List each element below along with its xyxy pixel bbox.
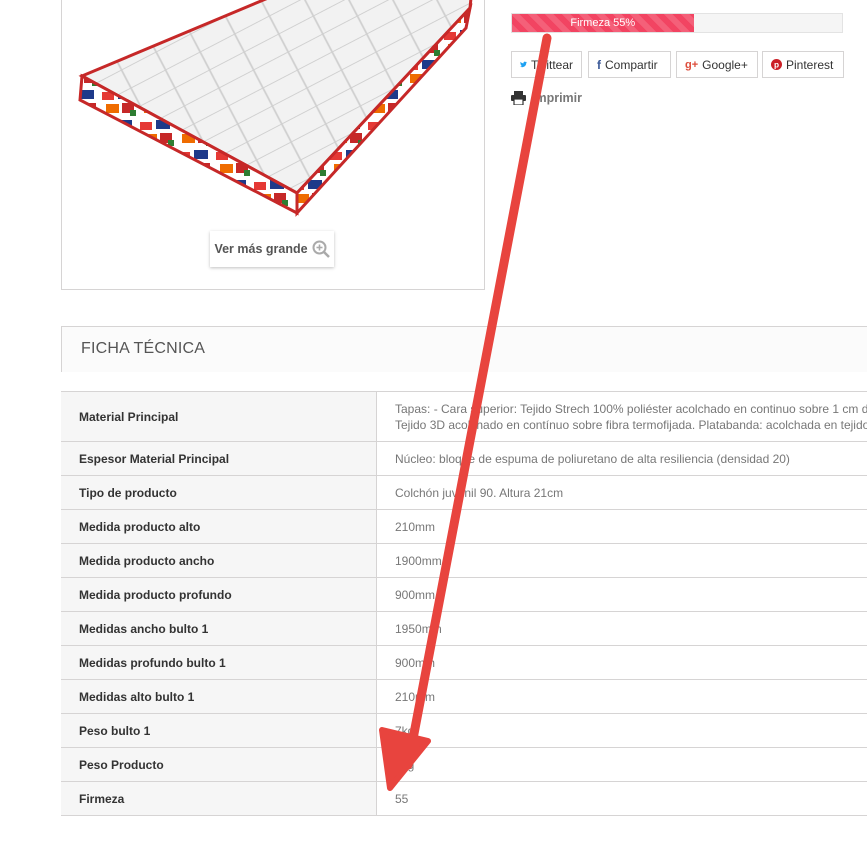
spec-key: Material Principal <box>61 391 377 442</box>
firmness-bar: Firmeza 55% <box>511 13 843 33</box>
pinterest-share-button[interactable]: p Pinterest <box>762 51 844 78</box>
google-share-button[interactable]: g+ Google+ <box>676 51 758 78</box>
spec-value: 900mm <box>376 577 867 612</box>
view-larger-button[interactable]: Ver más grande <box>210 231 334 267</box>
spec-value: 1900mm <box>376 543 867 578</box>
spec-key: Peso bulto 1 <box>61 713 377 748</box>
print-label: Imprimir <box>532 91 583 105</box>
spec-value: 210mm <box>376 509 867 544</box>
spec-value-line1: Tapas: - Cara superior: Tejido Strech 10… <box>395 401 867 416</box>
spec-key: Medidas alto bulto 1 <box>61 679 377 714</box>
spec-value: 1950mm <box>376 611 867 646</box>
spec-value: 7kg <box>376 747 867 782</box>
section-title: FICHA TÉCNICA <box>81 340 206 357</box>
spec-value: 55 <box>376 781 867 816</box>
spec-value: Tapas: - Cara superior: Tejido Strech 10… <box>376 391 867 442</box>
table-row: Medida producto profundo 900mm <box>61 577 867 612</box>
spec-value: Colchón juvenil 90. Altura 21cm <box>376 475 867 510</box>
spec-key: Medida producto profundo <box>61 577 377 612</box>
pinterest-label: Pinterest <box>786 57 834 72</box>
ficha-tecnica-header: FICHA TÉCNICA <box>61 326 867 372</box>
spec-key: Medidas profundo bulto 1 <box>61 645 377 680</box>
spec-value: 210mm <box>376 679 867 714</box>
spec-key: Medidas ancho bulto 1 <box>61 611 377 646</box>
spec-key: Firmeza <box>61 781 377 816</box>
spec-key: Tipo de producto <box>61 475 377 510</box>
twitter-label: Twittear <box>530 57 573 72</box>
table-row: Tipo de producto Colchón juvenil 90. Alt… <box>61 475 867 510</box>
svg-text:p: p <box>774 60 779 69</box>
spec-value-line2: Tejido 3D acolchado en contínuo sobre fi… <box>395 417 867 432</box>
google-label: Google+ <box>702 57 748 72</box>
table-row: Peso Producto 7kg <box>61 747 867 782</box>
product-image-box: Ver más grande <box>61 0 485 290</box>
zoom-in-icon <box>312 240 330 258</box>
spec-key: Medida producto ancho <box>61 543 377 578</box>
view-larger-label: Ver más grande <box>214 242 308 256</box>
print-button[interactable]: Imprimir <box>511 91 582 105</box>
spec-key: Medida producto alto <box>61 509 377 544</box>
google-plus-icon: g+ <box>685 58 699 71</box>
twitter-icon <box>520 61 527 68</box>
firmness-label: Firmeza 55% <box>570 17 636 29</box>
spec-value: 900mm <box>376 645 867 680</box>
table-row: Espesor Material Principal Núcleo: bloqu… <box>61 441 867 476</box>
printer-icon <box>511 91 526 105</box>
table-row: Medidas ancho bulto 1 1950mm <box>61 611 867 646</box>
facebook-label: Compartir <box>605 57 658 72</box>
table-row: Medidas alto bulto 1 210mm <box>61 679 867 714</box>
table-row: Material Principal Tapas: - Cara superio… <box>61 391 867 442</box>
table-row: Medida producto alto 210mm <box>61 509 867 544</box>
table-row: Medidas profundo bulto 1 900mm <box>61 645 867 680</box>
twitter-share-button[interactable]: Twittear <box>511 51 582 78</box>
firmness-fill: Firmeza 55% <box>512 14 694 32</box>
spec-value: Núcleo: bloque de espuma de poliuretano … <box>376 441 867 476</box>
mattress-image[interactable] <box>62 0 484 228</box>
spec-key: Peso Producto <box>61 747 377 782</box>
pinterest-icon: p <box>771 59 782 70</box>
table-row: Medida producto ancho 1900mm <box>61 543 867 578</box>
facebook-icon: f <box>597 57 601 72</box>
spec-key: Espesor Material Principal <box>61 441 377 476</box>
specs-table: Material Principal Tapas: - Cara superio… <box>61 391 867 816</box>
spec-value: 7kg <box>376 713 867 748</box>
table-row: Firmeza 55 <box>61 781 867 816</box>
table-row: Peso bulto 1 7kg <box>61 713 867 748</box>
facebook-share-button[interactable]: f Compartir <box>588 51 671 78</box>
